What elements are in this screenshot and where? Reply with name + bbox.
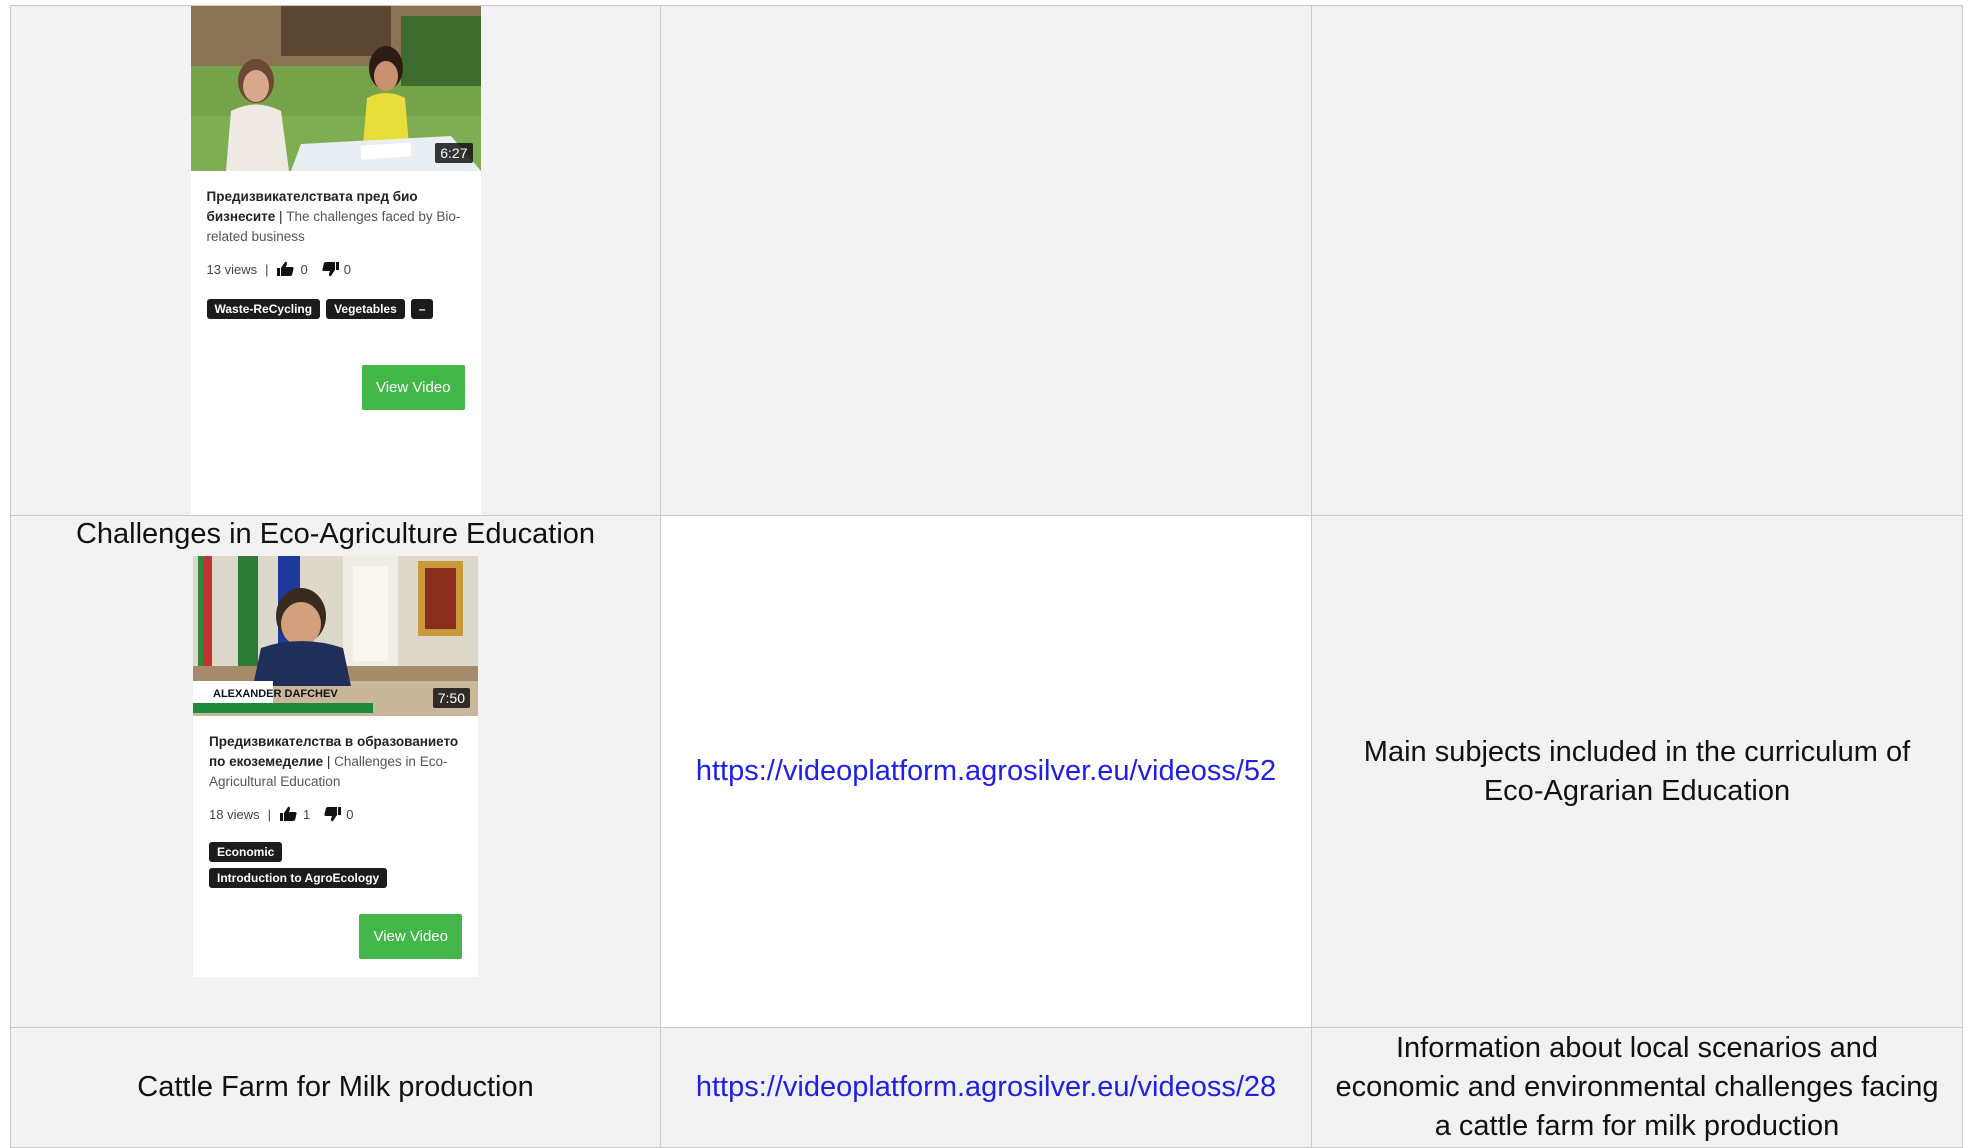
video-card: ALEXANDER DAFCHEV 7:50 Предизвикателства… <box>193 556 478 977</box>
stats-separator: | <box>267 806 271 822</box>
thumbs-down-icon[interactable] <box>320 261 340 277</box>
video-thumbnail[interactable]: ALEXANDER DAFCHEV 7:50 <box>193 556 478 716</box>
video-stats: 18 views | 1 0 <box>209 806 462 822</box>
content-table: 6:27 Предизвикателствата пред био бизнес… <box>10 5 1963 1148</box>
tag-list: Waste-ReCycling Vegetables – <box>206 299 465 319</box>
like-count: 1 <box>302 806 311 822</box>
view-count: 13 views <box>206 261 258 277</box>
view-video-button[interactable]: View Video <box>361 365 465 410</box>
video-title[interactable]: Предизвикателства в образованието по еко… <box>209 732 462 792</box>
video-card: 6:27 Предизвикателствата пред био бизнес… <box>190 6 481 515</box>
dislike-count: 0 <box>346 806 354 822</box>
tag[interactable]: Introduction to AgroEcology <box>209 868 388 888</box>
video-duration: 6:27 <box>435 143 473 163</box>
video-thumbnail[interactable]: 6:27 <box>190 6 481 171</box>
dislike-count: 0 <box>343 261 351 277</box>
stats-separator: | <box>265 261 269 277</box>
card-body: Предизвикателствата пред био бизнесите |… <box>191 171 481 428</box>
thumbs-up-icon[interactable] <box>276 261 296 277</box>
table-row: Cattle Farm for Milk production https://… <box>10 1027 1963 1148</box>
like-count: 0 <box>300 261 308 277</box>
video-stats: 13 views | 0 0 <box>207 261 465 277</box>
title-separator: | <box>323 754 335 769</box>
video-description: Main subjects included in the curriculum… <box>1363 735 1911 807</box>
description-cell <box>1311 5 1963 516</box>
description-cell: Information about local scenarios and ec… <box>1311 1027 1963 1148</box>
link-cell <box>660 5 1312 516</box>
thumbs-down-icon[interactable] <box>322 806 342 822</box>
button-row: View Video <box>209 914 462 959</box>
video-cell: Challenges in Eco-Agriculture Education <box>10 515 661 1028</box>
row-title: Challenges in Eco-Agriculture Education <box>75 518 596 550</box>
tag[interactable]: Waste-ReCycling <box>206 299 321 319</box>
table-row: Challenges in Eco-Agriculture Education <box>10 515 1963 1028</box>
overlay-name: ALEXANDER DAFCHEV <box>213 688 338 700</box>
view-count: 18 views <box>209 806 260 822</box>
card-body: Предизвикателства в образованието по еко… <box>193 716 478 977</box>
tag[interactable]: – <box>410 299 434 319</box>
video-duration: 7:50 <box>432 688 470 708</box>
video-cell: 6:27 Предизвикателствата пред био бизнес… <box>10 5 661 516</box>
title-separator: | <box>275 209 287 224</box>
video-link[interactable]: https://videoplatform.agrosilver.eu/vide… <box>696 1071 1276 1103</box>
tag[interactable]: Vegetables <box>326 299 405 319</box>
button-row: View Video <box>207 365 465 410</box>
link-cell: https://videoplatform.agrosilver.eu/vide… <box>660 1027 1312 1148</box>
title-cell: Cattle Farm for Milk production <box>10 1027 661 1148</box>
view-video-button[interactable]: View Video <box>359 914 462 959</box>
table-row: 6:27 Предизвикателствата пред био бизнес… <box>10 5 1963 516</box>
row-title: Cattle Farm for Milk production <box>137 1071 534 1103</box>
thumbs-up-icon[interactable] <box>279 806 299 822</box>
tag[interactable]: Economic <box>209 842 283 862</box>
description-cell: Main subjects included in the curriculum… <box>1311 515 1963 1028</box>
link-cell: https://videoplatform.agrosilver.eu/vide… <box>660 515 1312 1028</box>
tag-list: Economic Introduction to AgroEcology <box>209 842 462 888</box>
video-title[interactable]: Предизвикателствата пред био бизнесите |… <box>207 187 465 247</box>
video-description: Information about local scenarios and ec… <box>1335 1032 1939 1142</box>
video-link[interactable]: https://videoplatform.agrosilver.eu/vide… <box>696 755 1276 787</box>
